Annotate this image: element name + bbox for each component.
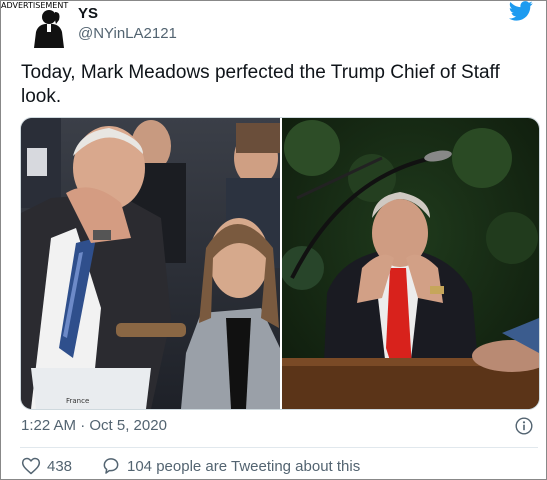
divider — [20, 447, 538, 448]
avatar[interactable] — [25, 4, 69, 48]
conversation-link[interactable]: 104 people are Tweeting about this — [101, 456, 360, 476]
photo-right-image — [282, 118, 539, 409]
advertisement-label: ADVERTISEMENT — [1, 1, 69, 10]
tweet-text: Today, Mark Meadows perfected the Trump … — [21, 62, 500, 107]
display-name[interactable]: YS — [78, 5, 98, 22]
speech-bubble-icon — [103, 458, 119, 474]
user-silhouette-icon — [25, 4, 69, 48]
like-count: 438 — [47, 457, 73, 475]
tweet-embed-card: ADVERTISEMENT YS @NYinLA2121 Today, Mark… — [0, 0, 547, 480]
info-icon[interactable] — [515, 417, 533, 435]
photo-left-image: France — [21, 118, 280, 409]
like-button[interactable]: 438 — [21, 456, 72, 476]
user-handle[interactable]: @NYinLA2121 — [78, 25, 177, 42]
heart-icon — [21, 457, 41, 475]
conversation-text: 104 people are Tweeting about this — [127, 457, 361, 475]
twitter-bird-icon[interactable] — [508, 1, 533, 21]
tweet-media[interactable]: France — [20, 117, 540, 410]
photo-left[interactable]: France — [21, 118, 280, 409]
tweet-timestamp[interactable]: 1:22 AM · Oct 5, 2020 — [21, 417, 167, 434]
placard-label: France — [66, 397, 89, 405]
photo-right[interactable] — [282, 118, 539, 409]
